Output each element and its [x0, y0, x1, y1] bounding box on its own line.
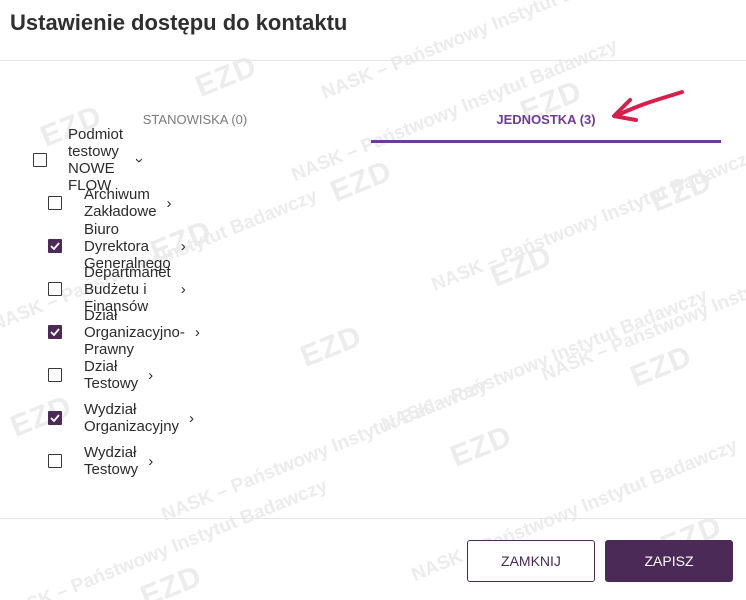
- checkbox-dzial-testowy[interactable]: [48, 368, 62, 382]
- tree-item-row: Wydział Testowy ›: [48, 444, 153, 478]
- chevron-right-icon[interactable]: ›: [181, 238, 186, 255]
- checkbox-root[interactable]: [33, 153, 47, 167]
- chevron-right-icon[interactable]: ›: [195, 324, 200, 341]
- tree-item-label: Dział Testowy: [84, 358, 139, 392]
- tree-item-label: Wydział Testowy: [84, 444, 139, 478]
- tree-item-label: Wydział Organizacyjny: [84, 401, 180, 435]
- checkbox-wydzial-org[interactable]: [48, 411, 62, 425]
- dialog-title: Ustawienie dostępu do kontaktu: [10, 10, 348, 35]
- save-button[interactable]: ZAPISZ: [605, 540, 733, 582]
- checkbox-biuro[interactable]: [48, 239, 62, 253]
- chevron-right-icon[interactable]: ›: [148, 453, 153, 470]
- chevron-down-icon[interactable]: ›: [131, 158, 148, 163]
- chevron-right-icon[interactable]: ›: [189, 410, 194, 427]
- tree-item-row: Departmanet Budżetu i Finansów ›: [48, 264, 186, 315]
- checkbox-departament[interactable]: [48, 282, 62, 296]
- annotation-arrow-icon: [612, 90, 684, 122]
- tree-item-row: Dział Testowy ›: [48, 358, 153, 392]
- access-dialog: Ustawienie dostępu do kontaktu STANOWISK…: [0, 0, 746, 600]
- chevron-right-icon[interactable]: ›: [167, 195, 172, 212]
- tree-item-row: Dział Organizacyjno-Prawny ›: [48, 307, 200, 358]
- close-button[interactable]: ZAMKNIJ: [467, 540, 595, 582]
- tree-item-row: Wydział Organizacyjny ›: [48, 401, 194, 435]
- tree-item-row: Archiwum Zakładowe ›: [48, 186, 172, 220]
- chevron-right-icon[interactable]: ›: [181, 281, 186, 298]
- tree-item-row: Biuro Dyrektora Generalnego ›: [48, 221, 186, 272]
- tree-root-row: Podmiot testowy NOWE FLOW ›: [33, 126, 148, 194]
- tree-item-label: Dział Organizacyjno-Prawny: [84, 306, 185, 358]
- tree-item-label: Archiwum Zakładowe: [84, 186, 157, 220]
- header-divider: [0, 60, 746, 61]
- footer-divider: [0, 518, 746, 519]
- checkbox-wydzial-testowy[interactable]: [48, 454, 62, 468]
- chevron-right-icon[interactable]: ›: [148, 367, 153, 384]
- checkbox-archiwum[interactable]: [48, 196, 62, 210]
- tree-root-label: Podmiot testowy NOWE FLOW: [68, 126, 124, 194]
- checkbox-dzial-org-prawny[interactable]: [48, 325, 62, 339]
